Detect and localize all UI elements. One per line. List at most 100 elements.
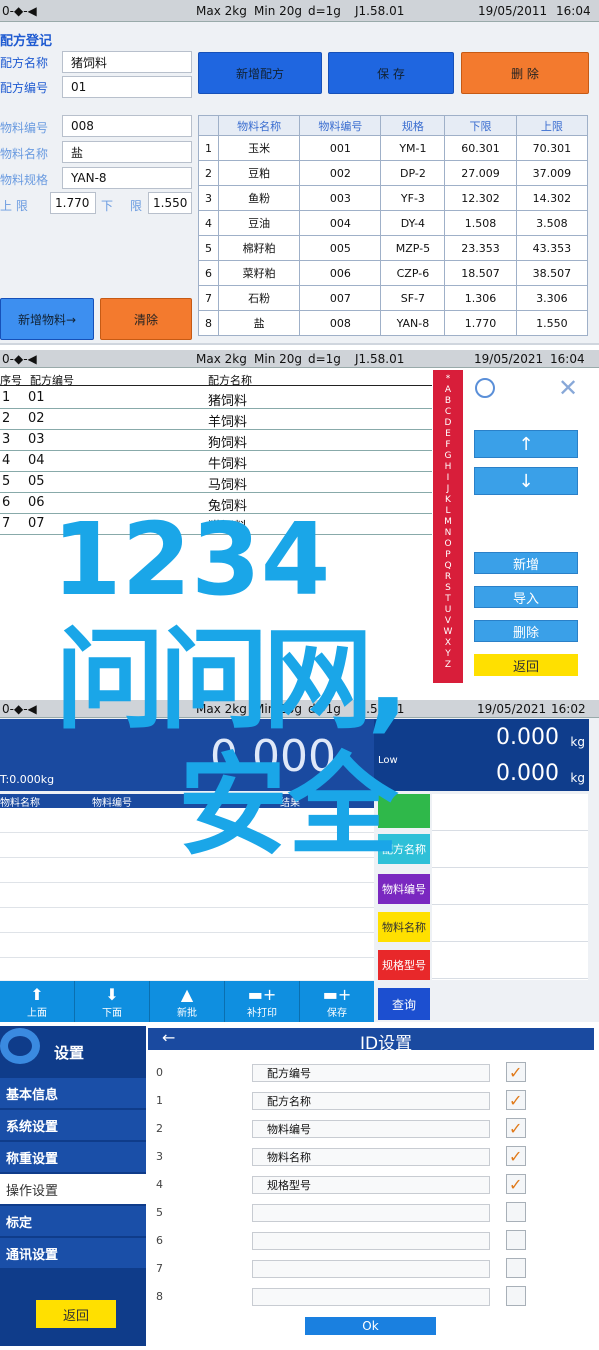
alphabet-letter[interactable]: W [444, 627, 453, 638]
list-item[interactable]: 2 02 羊饲料 [0, 409, 432, 430]
lower-limit-field[interactable]: 1.550 [148, 192, 192, 214]
clear-button[interactable]: 清除 [100, 298, 192, 340]
menu-item[interactable]: 基本信息 [0, 1078, 146, 1108]
alphabet-letter[interactable]: I [447, 473, 450, 484]
menu-item[interactable]: 通讯设置 [0, 1238, 146, 1268]
alphabet-letter[interactable]: * [446, 374, 451, 385]
back-button[interactable]: 返回 [474, 654, 578, 676]
id-checkbox[interactable] [506, 1258, 526, 1278]
delete-button[interactable]: 删 除 [461, 52, 589, 94]
spec-button[interactable]: 规格型号 [378, 950, 430, 980]
list-item[interactable]: 4 04 牛饲料 [0, 451, 432, 472]
alphabet-letter[interactable]: Z [445, 660, 451, 671]
id-field[interactable]: 配方名称 [252, 1092, 490, 1110]
alphabet-letter[interactable]: F [445, 440, 450, 451]
menu-item[interactable]: 操作设置 [0, 1174, 146, 1204]
add-material-button[interactable]: 新增物料→ [0, 298, 94, 340]
material-name-field[interactable]: 盐 [62, 141, 192, 163]
table-row[interactable]: 7 石粉 007 SF-7 1.306 3.306 [198, 285, 589, 311]
new-recipe-button[interactable]: 新增配方 [198, 52, 322, 94]
id-field[interactable] [252, 1232, 490, 1250]
id-checkbox[interactable]: ✓ [506, 1062, 526, 1082]
alphabet-letter[interactable]: N [445, 528, 452, 539]
alphabet-letter[interactable]: P [445, 550, 450, 561]
upload-button[interactable]: ⬆ 上面 [0, 981, 75, 1022]
list-item[interactable]: 1 01 猪饲料 [0, 388, 432, 409]
alphabet-letter[interactable]: B [445, 396, 451, 407]
alphabet-letter[interactable]: V [445, 616, 451, 627]
back-button[interactable]: 返回 [36, 1300, 116, 1328]
table-row[interactable]: 5 棉籽粕 005 MZP-5 23.353 43.353 [198, 235, 589, 261]
toolbar-save-button[interactable]: ▬+ 保存 [300, 981, 374, 1022]
table-row[interactable]: 3 鱼粉 003 YF-3 12.302 14.302 [198, 185, 589, 211]
alphabet-letter[interactable]: X [445, 638, 451, 649]
alphabet-letter[interactable]: M [444, 517, 452, 528]
alphabet-letter[interactable]: O [444, 539, 451, 550]
material-code-field[interactable]: 008 [62, 115, 192, 137]
table-cell: YAN-8 [380, 310, 446, 336]
alphabet-letter[interactable]: G [445, 451, 452, 462]
id-field[interactable]: 配方编号 [252, 1064, 490, 1082]
id-checkbox[interactable]: ✓ [506, 1118, 526, 1138]
table-cell: DP-2 [380, 160, 446, 186]
alphabet-letter[interactable]: U [445, 605, 452, 616]
import-button[interactable]: 导入 [474, 586, 578, 608]
material-code-button[interactable]: 物料编号 [378, 874, 430, 904]
alphabet-letter[interactable]: D [445, 418, 452, 429]
id-field[interactable] [252, 1204, 490, 1222]
id-field[interactable] [252, 1288, 490, 1306]
id-checkbox[interactable]: ✓ [506, 1174, 526, 1194]
id-checkbox[interactable] [506, 1230, 526, 1250]
alphabet-letter[interactable]: H [445, 462, 452, 473]
delete-button[interactable]: 删除 [474, 620, 578, 642]
id-field[interactable]: 规格型号 [252, 1176, 490, 1194]
id-field[interactable]: 物料编号 [252, 1120, 490, 1138]
upper-limit-field[interactable]: 1.770 [50, 192, 96, 214]
ok-button[interactable]: Ok [305, 1317, 436, 1335]
alphabet-letter[interactable]: A [445, 385, 451, 396]
alphabet-letter[interactable]: R [445, 572, 451, 583]
alphabet-letter[interactable]: L [445, 506, 450, 517]
id-field[interactable]: 物料名称 [252, 1148, 490, 1166]
move-up-button[interactable]: ↑ [474, 430, 578, 458]
reprint-button[interactable]: ▬+ 补打印 [225, 981, 300, 1022]
menu-item[interactable]: 称重设置 [0, 1142, 146, 1172]
download-button[interactable]: ⬇ 下面 [75, 981, 150, 1022]
material-name-button[interactable]: 物料名称 [378, 912, 430, 942]
header-back-arrow[interactable]: ← [162, 1028, 175, 1047]
menu-item[interactable]: 标定 [0, 1206, 146, 1236]
close-icon[interactable]: ✕ [558, 374, 578, 402]
menu-item[interactable]: 系统设置 [0, 1110, 146, 1140]
recipe-code-field[interactable]: 01 [62, 76, 192, 98]
id-checkbox[interactable] [506, 1286, 526, 1306]
table-row[interactable]: 2 豆粕 002 DP-2 27.009 37.009 [198, 160, 589, 186]
material-spec-field[interactable]: YAN-8 [62, 167, 192, 189]
alphabet-letter[interactable]: S [445, 583, 451, 594]
alphabet-letter[interactable]: Y [445, 649, 451, 660]
table-row[interactable]: 8 盐 008 YAN-8 1.770 1.550 [198, 310, 589, 336]
alphabet-letter[interactable]: K [445, 495, 451, 506]
alphabet-letter[interactable]: Q [444, 561, 451, 572]
id-checkbox[interactable] [506, 1202, 526, 1222]
search-icon[interactable] [475, 378, 495, 398]
table-row[interactable]: 1 玉米 001 YM-1 60.301 70.301 [198, 135, 589, 161]
move-down-button[interactable]: ↓ [474, 467, 578, 495]
id-settings-screen: 设置 基本信息 系统设置 称重设置 操作设置 标定 通讯设置 返回 ← ID设置 0 配方编… [0, 1026, 599, 1346]
alphabet-letter[interactable]: T [445, 594, 451, 605]
add-button[interactable]: 新增 [474, 552, 578, 574]
new-batch-button[interactable]: ▲ 新批 [150, 981, 225, 1022]
alphabet-letter[interactable]: J [447, 484, 450, 495]
query-button[interactable]: 查询 [378, 988, 430, 1020]
id-checkbox[interactable]: ✓ [506, 1090, 526, 1110]
list-item[interactable]: 5 05 马饲料 [0, 472, 432, 493]
table-row[interactable]: 4 豆油 004 DY-4 1.508 3.508 [198, 210, 589, 236]
recipe-name-field[interactable]: 猪饲料 [62, 51, 192, 73]
alphabet-letter[interactable]: E [445, 429, 451, 440]
id-checkbox[interactable]: ✓ [506, 1146, 526, 1166]
alphabet-letter[interactable]: C [445, 407, 451, 418]
table-row[interactable]: 6 菜籽粕 006 CZP-6 18.507 38.507 [198, 260, 589, 286]
list-item[interactable]: 3 03 狗饲料 [0, 430, 432, 451]
id-field[interactable] [252, 1260, 490, 1278]
save-button[interactable]: 保 存 [328, 52, 454, 94]
alphabet-index[interactable]: * A B C D E F G H I J K L M N O P Q R S T U V W X Y Z [433, 370, 463, 683]
